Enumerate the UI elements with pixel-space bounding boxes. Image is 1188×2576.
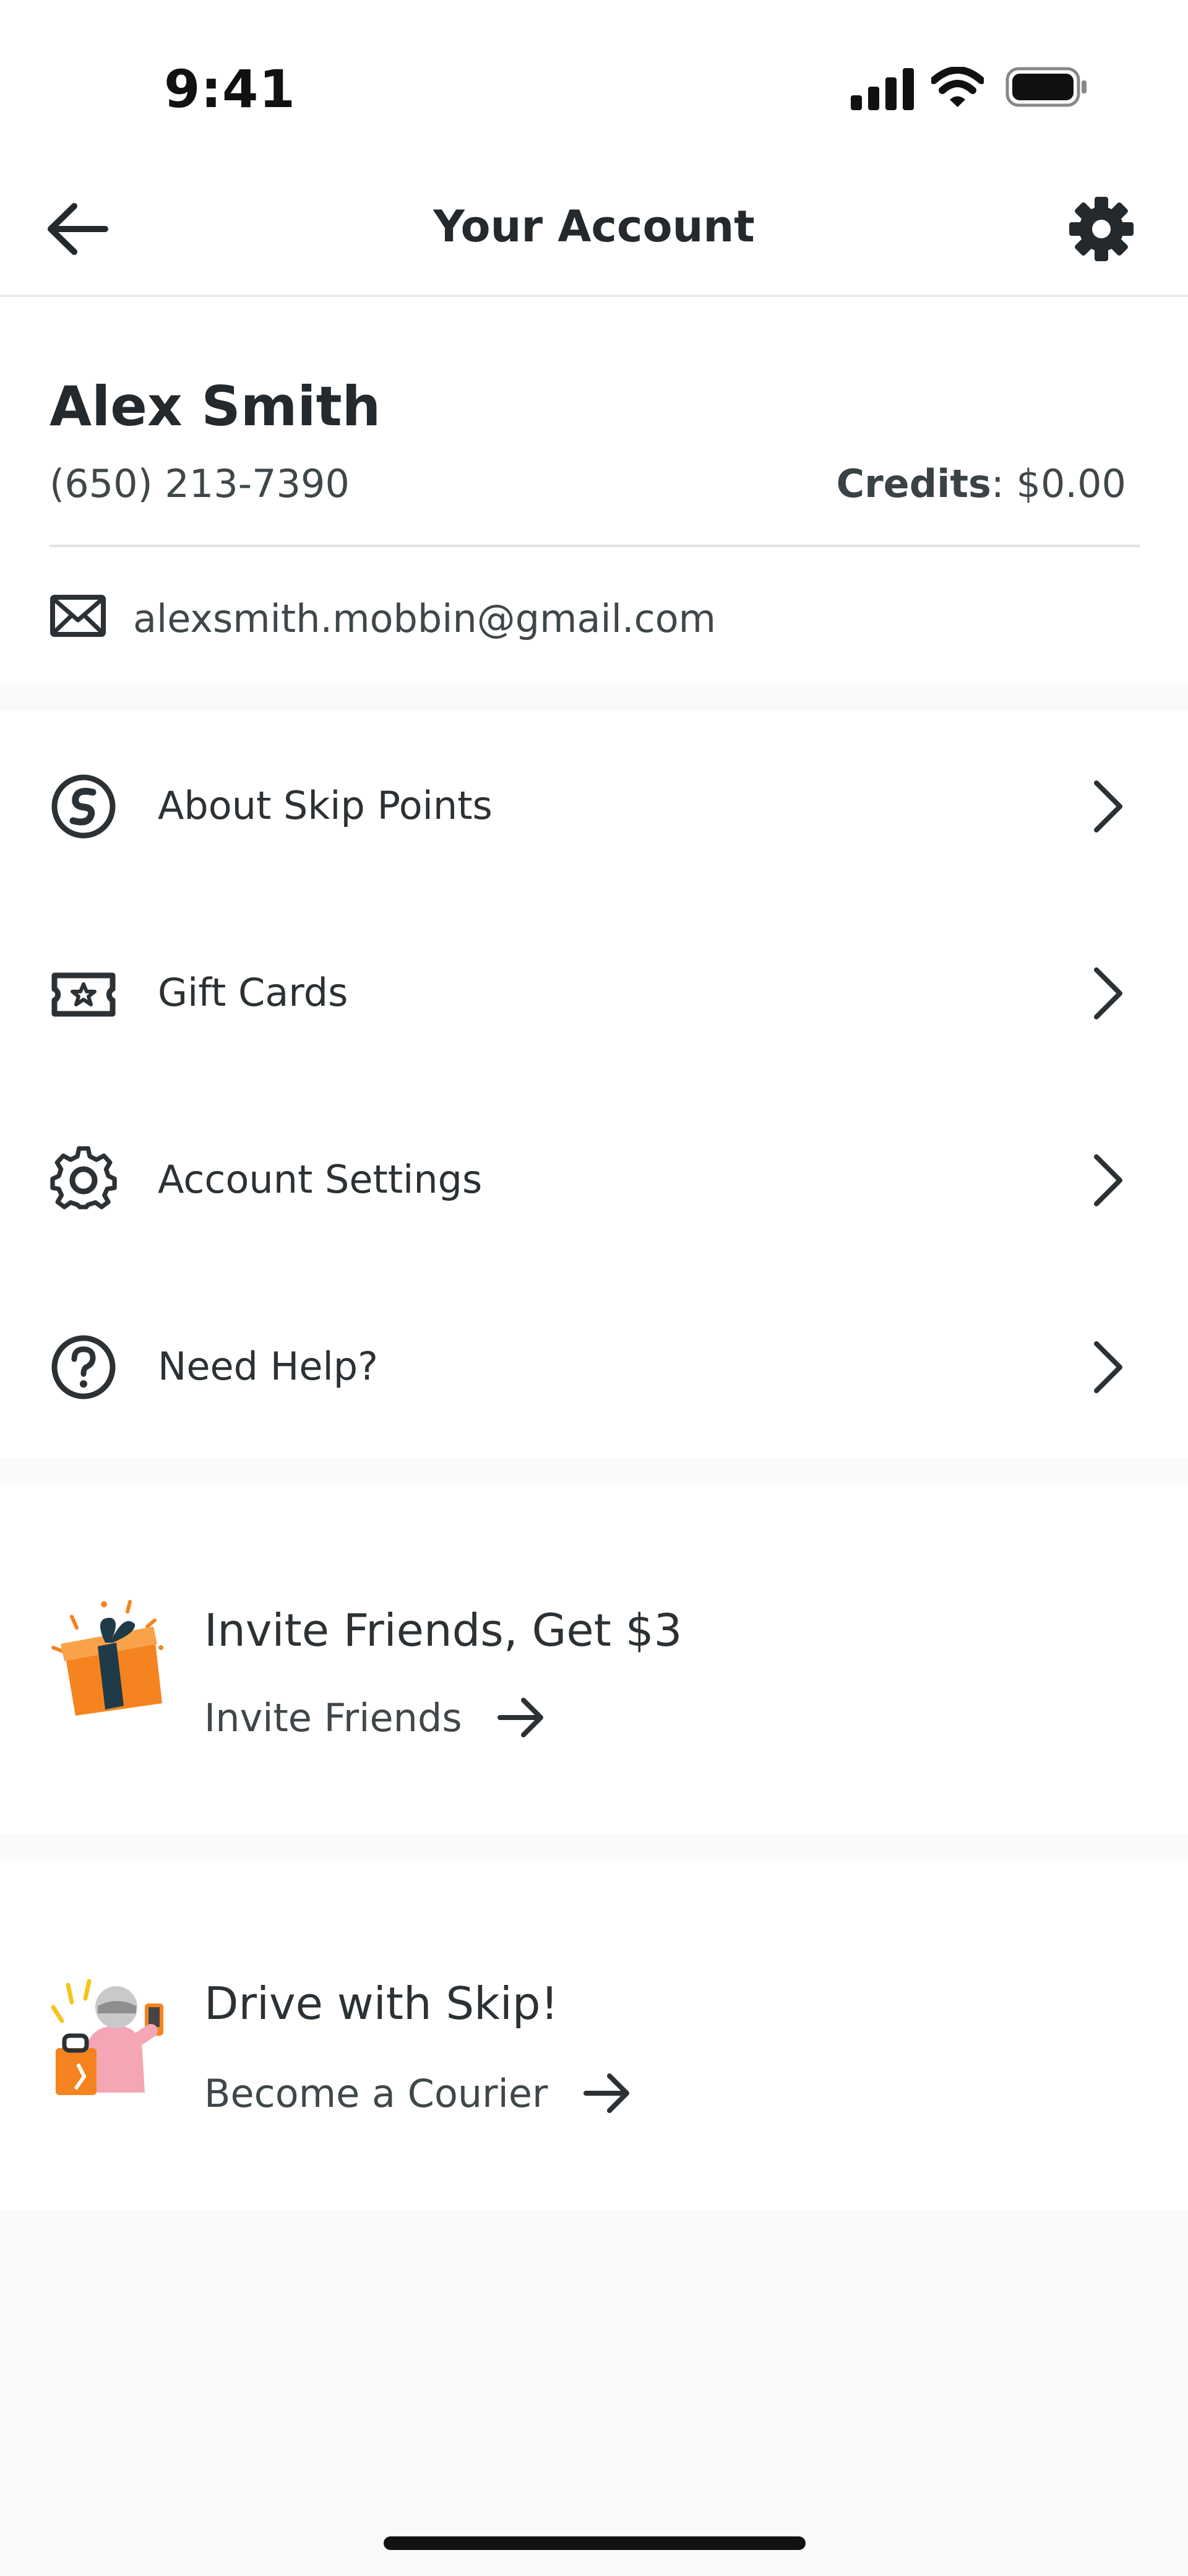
status-bar: 9:41 [0,0,1188,161]
courier-card[interactable]: Drive with Skip! Become a Courier [0,1860,1188,2211]
menu-item-skip-points[interactable]: About Skip Points [0,711,1188,897]
promo-link-label: Invite Friends [204,1695,462,1740]
invite-friends-card[interactable]: Invite Friends, Get $3 Invite Friends [0,1484,1188,1835]
menu-item-account-settings[interactable]: Account Settings [0,1084,1188,1271]
page-title: Your Account [433,201,755,252]
user-phone: (650) 213-7390 [50,461,350,506]
promo-title: Drive with Skip! [204,1977,559,2029]
arrow-right-icon [497,1698,543,1737]
credits-balance: Credits: $0.00 [836,461,1127,506]
account-menu: About Skip Points Gift Cards Account Set… [0,711,1188,1458]
settings-button[interactable] [1064,192,1145,266]
chevron-right-icon [1094,1154,1122,1206]
signal-icon [851,68,914,110]
nav-bar: Your Account [0,161,1188,297]
promo-link-label: Become a Courier [204,2070,548,2116]
chevron-right-icon [1094,780,1122,832]
gear-icon [1069,197,1134,261]
gift-card-icon [51,972,116,1017]
credits-label: Credits [836,461,991,506]
courier-illustration [51,1979,163,2095]
help-icon [51,1335,116,1399]
skip-points-icon [51,774,116,839]
wifi-icon [931,67,984,107]
mail-icon [50,595,106,637]
promo-title: Invite Friends, Get $3 [204,1604,682,1656]
menu-item-label: Gift Cards [158,970,348,1015]
chevron-right-icon [1094,1341,1122,1393]
status-time: 9:41 [164,59,296,119]
chevron-right-icon [1094,967,1122,1019]
divider [50,545,1140,547]
arrow-right-icon [583,2073,629,2113]
menu-item-label: About Skip Points [158,783,493,828]
become-courier-link[interactable]: Become a Courier [204,2068,632,2118]
battery-icon [1005,67,1087,107]
user-email: alexsmith.mobbin@gmail.com [133,596,717,641]
profile-section: Alex Smith (650) 213-7390 Credits: $0.00… [0,297,1188,684]
menu-item-need-help[interactable]: Need Help? [0,1271,1188,1458]
settings-icon [50,1146,117,1209]
user-name: Alex Smith [50,374,381,438]
menu-item-label: Account Settings [158,1157,483,1202]
credits-value: $0.00 [1016,461,1127,506]
menu-item-gift-cards[interactable]: Gift Cards [0,897,1188,1084]
menu-item-label: Need Help? [158,1344,378,1389]
invite-friends-link[interactable]: Invite Friends [204,1693,546,1742]
gift-box-illustration [51,1600,163,1716]
home-indicator[interactable] [384,2536,806,2550]
